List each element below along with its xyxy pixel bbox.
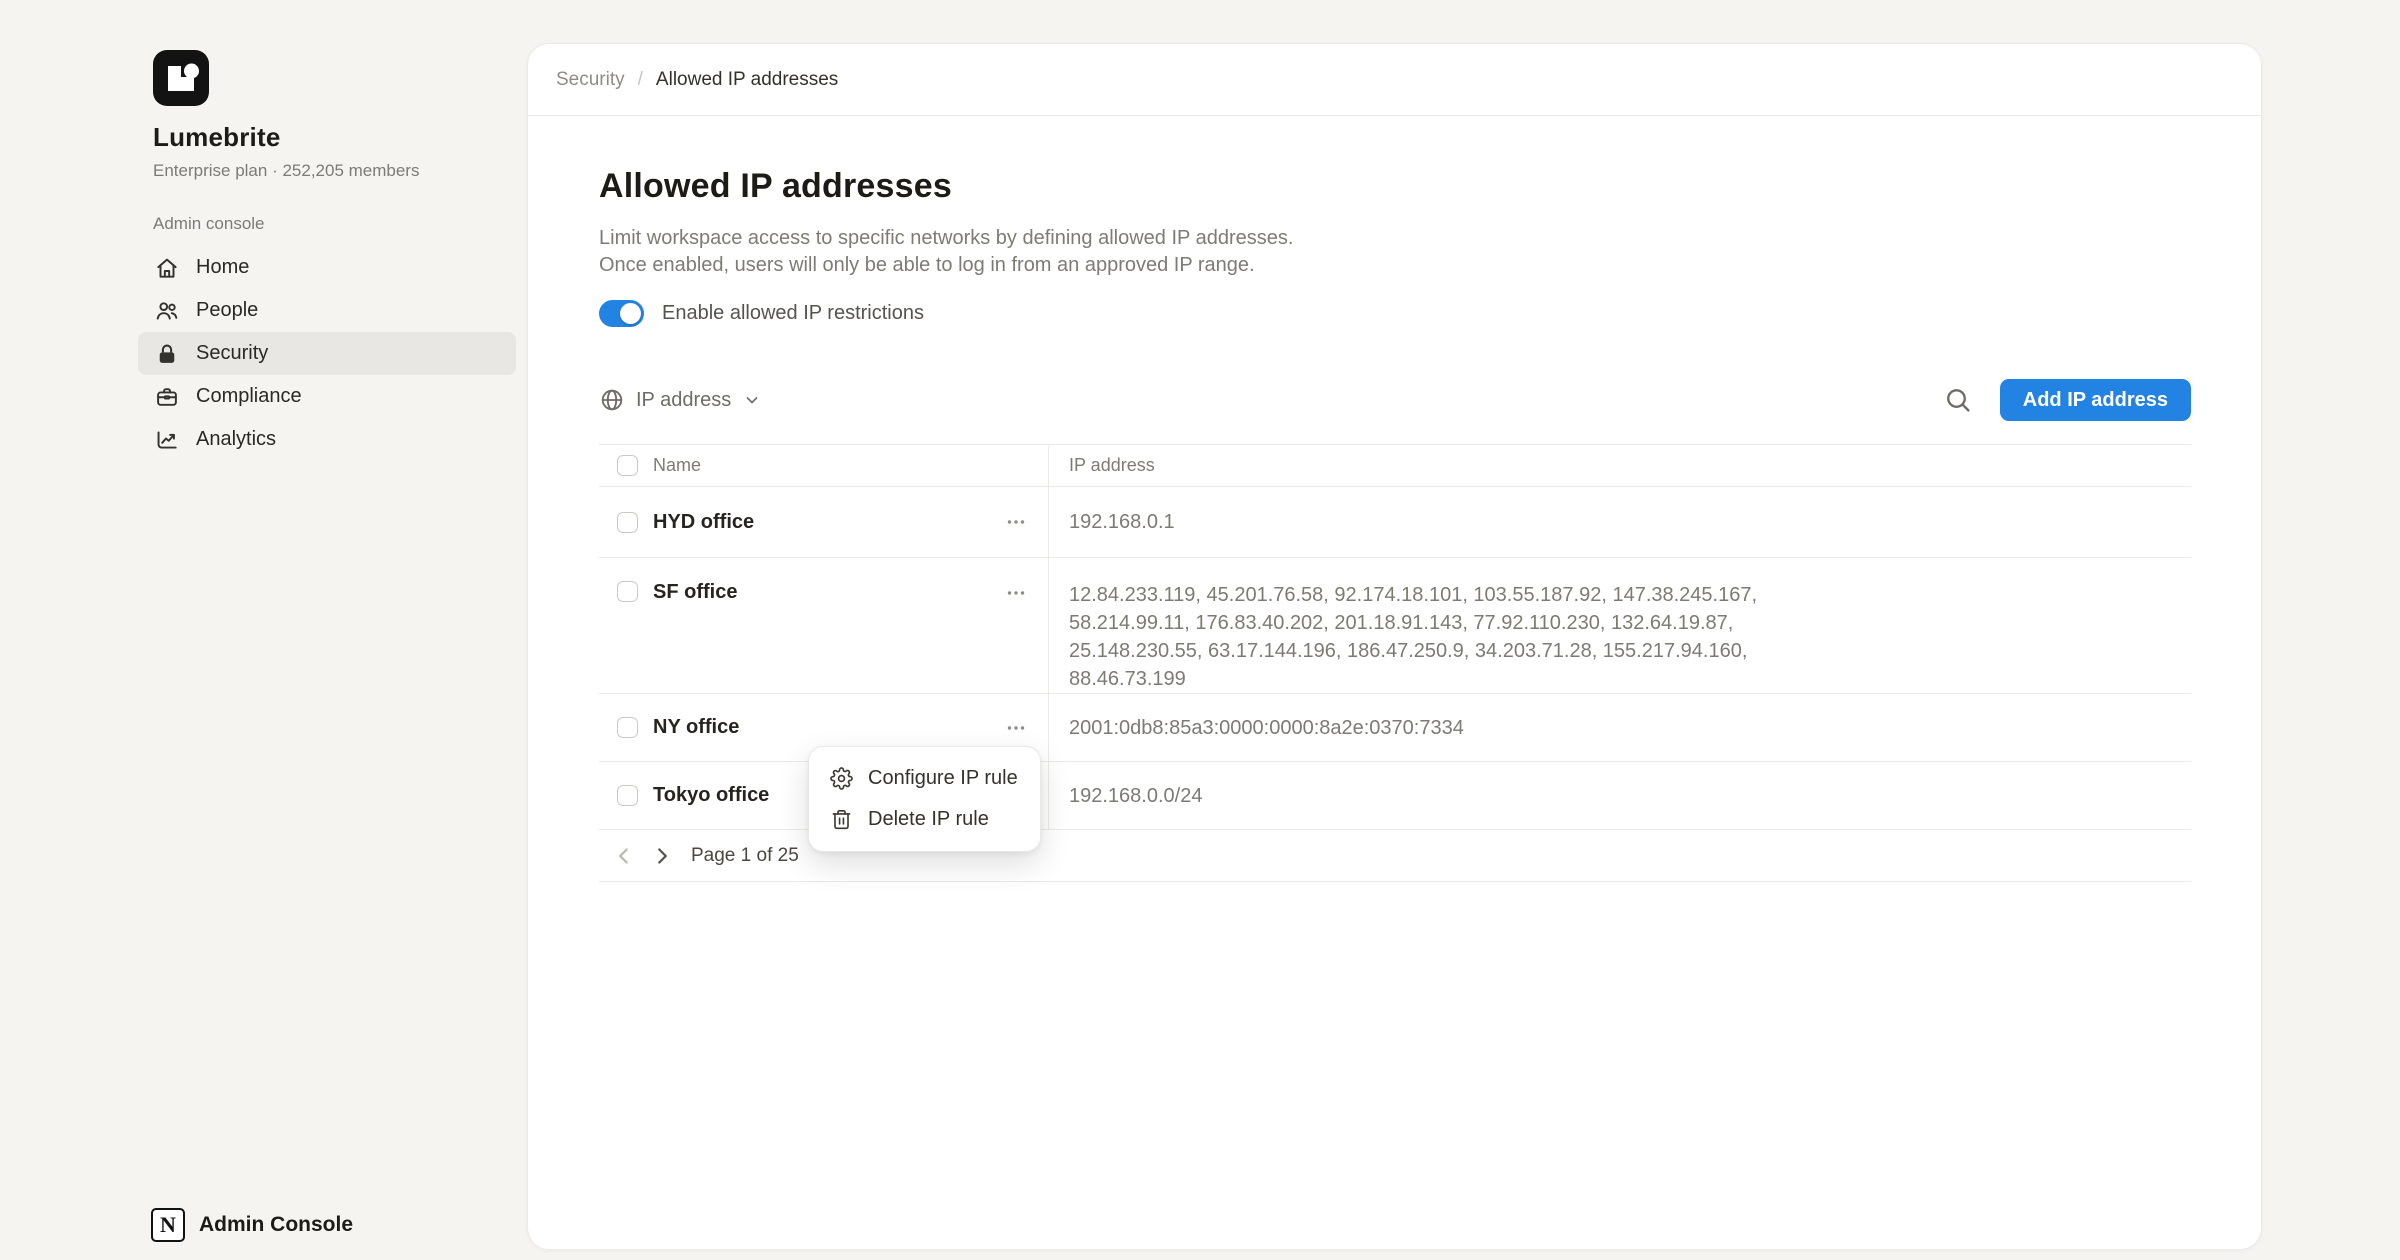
sidebar-nav: Home People Security Compliance Ana — [138, 246, 516, 461]
row-name: SF office — [653, 581, 737, 604]
sidebar-item-compliance[interactable]: Compliance — [138, 375, 516, 418]
add-ip-address-button[interactable]: Add IP address — [2000, 379, 2191, 421]
row-ip-cell: 192.168.0.0/24 — [1049, 762, 2191, 829]
table-header-row: Name IP address — [599, 445, 2191, 487]
ip-restrictions-toggle-row: Enable allowed IP restrictions — [599, 300, 2191, 327]
people-icon — [154, 298, 180, 324]
row-context-menu: Configure IP rule Delete IP rule — [808, 746, 1041, 852]
pagination-label: Page 1 of 25 — [691, 845, 799, 867]
context-menu-item-label: Delete IP rule — [868, 808, 989, 831]
row-name: NY office — [653, 716, 739, 739]
sidebar-item-security[interactable]: Security — [138, 332, 516, 375]
row-ip-cell: 12.84.233.119, 45.201.76.58, 92.174.18.1… — [1049, 558, 2191, 693]
row-ip-value: 192.168.0.0/24 — [1069, 782, 1202, 810]
briefcase-icon — [154, 384, 180, 410]
toggle-knob — [620, 303, 641, 324]
sidebar-item-analytics[interactable]: Analytics — [138, 418, 516, 461]
context-menu-item-label: Configure IP rule — [868, 767, 1018, 790]
next-page-icon[interactable] — [649, 843, 675, 869]
row-checkbox[interactable] — [617, 581, 638, 602]
sidebar-item-label: Security — [196, 342, 268, 365]
row-ip-value: 12.84.233.119, 45.201.76.58, 92.174.18.1… — [1069, 581, 1869, 693]
sidebar-item-label: Analytics — [196, 428, 276, 451]
lumebrite-logo-icon — [153, 50, 209, 106]
page-description-line2: Once enabled, users will only be able to… — [599, 252, 2191, 279]
context-menu-configure-ip-rule[interactable]: Configure IP rule — [809, 758, 1040, 799]
chevron-down-icon — [742, 390, 762, 410]
page-title: Allowed IP addresses — [599, 167, 2191, 206]
table-row: HYD office 192.168.0.1 — [599, 487, 2191, 558]
sidebar: Lumebrite Enterprise plan · 252,205 memb… — [0, 0, 527, 1260]
sidebar-item-label: Compliance — [196, 385, 302, 408]
sidebar-item-home[interactable]: Home — [138, 246, 516, 289]
workspace-plan-info: Enterprise plan · 252,205 members — [153, 161, 419, 181]
previous-page-icon[interactable] — [611, 843, 637, 869]
workspace-block: Lumebrite Enterprise plan · 252,205 memb… — [153, 50, 419, 181]
more-options-icon[interactable] — [1004, 716, 1028, 740]
row-ip-cell: 192.168.0.1 — [1049, 487, 2191, 557]
select-all-checkbox[interactable] — [617, 455, 638, 476]
table-row: SF office 12.84.233.119, 45.201.76.58, 9… — [599, 558, 2191, 694]
workspace-name: Lumebrite — [153, 122, 419, 153]
chart-icon — [154, 427, 180, 453]
home-icon — [154, 255, 180, 281]
row-checkbox[interactable] — [617, 512, 638, 533]
page-description: Limit workspace access to specific netwo… — [599, 225, 2191, 279]
header-name-cell: Name — [599, 445, 1049, 486]
filter-label: IP address — [636, 389, 731, 412]
row-checkbox[interactable] — [617, 717, 638, 738]
page-content: Allowed IP addresses Limit workspace acc… — [528, 167, 2261, 882]
breadcrumb-separator: / — [638, 69, 643, 91]
lock-icon — [154, 341, 180, 367]
column-header-name: Name — [653, 455, 701, 476]
row-name: Tokyo office — [653, 784, 769, 807]
context-menu-delete-ip-rule[interactable]: Delete IP rule — [809, 799, 1040, 840]
toggle-label: Enable allowed IP restrictions — [662, 302, 924, 325]
globe-icon — [599, 387, 625, 413]
ip-restrictions-toggle[interactable] — [599, 300, 644, 327]
sidebar-item-label: Home — [196, 256, 249, 279]
column-header-ip: IP address — [1069, 455, 1155, 476]
row-name-cell: HYD office — [599, 487, 1049, 557]
header-ip-cell: IP address — [1049, 445, 2191, 486]
breadcrumb-current: Allowed IP addresses — [656, 69, 838, 91]
breadcrumb: Security / Allowed IP addresses — [528, 44, 2261, 116]
gear-icon — [830, 767, 853, 790]
admin-console-section-label: Admin console — [153, 214, 265, 234]
more-options-icon[interactable] — [1004, 581, 1028, 605]
row-checkbox[interactable] — [617, 785, 638, 806]
row-ip-cell: 2001:0db8:85a3:0000:0000:8a2e:0370:7334 — [1049, 694, 2191, 761]
admin-console-footer[interactable]: N Admin Console — [151, 1208, 353, 1242]
search-icon[interactable] — [1943, 385, 1973, 415]
sidebar-item-label: People — [196, 299, 258, 322]
ip-address-filter-dropdown[interactable]: IP address — [599, 387, 762, 413]
more-options-icon[interactable] — [1004, 510, 1028, 534]
row-name: HYD office — [653, 511, 754, 534]
footer-label: Admin Console — [199, 1213, 353, 1237]
row-ip-value: 2001:0db8:85a3:0000:0000:8a2e:0370:7334 — [1069, 714, 1464, 742]
notion-logo-icon: N — [151, 1208, 185, 1242]
page-description-line1: Limit workspace access to specific netwo… — [599, 225, 2191, 252]
row-ip-value: 192.168.0.1 — [1069, 508, 1175, 536]
row-name-cell: SF office — [599, 558, 1049, 693]
table-toolbar: IP address Add IP address — [599, 379, 2191, 421]
breadcrumb-security[interactable]: Security — [556, 69, 625, 91]
sidebar-item-people[interactable]: People — [138, 289, 516, 332]
trash-icon — [830, 808, 853, 831]
main-panel: Security / Allowed IP addresses Allowed … — [527, 43, 2262, 1250]
